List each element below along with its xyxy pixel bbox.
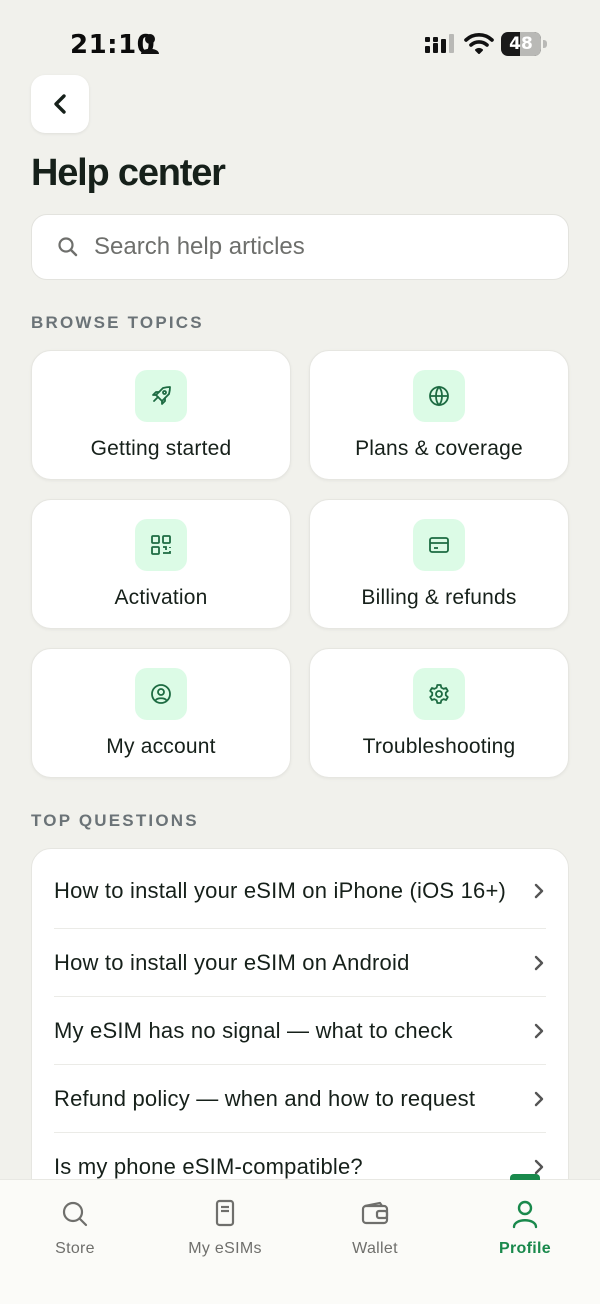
topic-plans-coverage[interactable]: Plans & coverage [309, 350, 569, 480]
chevron-right-icon [534, 1023, 544, 1038]
search-icon [58, 237, 78, 257]
chevron-left-icon [54, 94, 66, 114]
chevron-right-icon [534, 1091, 544, 1106]
wallet-icon [361, 1201, 389, 1225]
topic-label: Activation [114, 586, 208, 609]
back-button[interactable] [31, 75, 89, 133]
wifi-icon [464, 33, 494, 54]
user-circle-icon [151, 684, 171, 704]
tab-store[interactable]: Store [0, 1180, 150, 1270]
browse-topics-label: BROWSE TOPICS [31, 313, 204, 332]
topic-my-account[interactable]: My account [31, 648, 291, 778]
search-box[interactable] [31, 214, 569, 280]
topic-label: Plans & coverage [355, 437, 523, 460]
question-text: How to install your eSIM on Android [54, 949, 410, 975]
question-text: Refund policy — when and how to request [54, 1085, 476, 1111]
status-bar: 21:10 48 [0, 0, 600, 80]
topic-label: Billing & refunds [361, 586, 517, 609]
topic-troubleshooting[interactable]: Troubleshooting [309, 648, 569, 778]
topic-label: Troubleshooting [362, 735, 516, 758]
globe-icon [429, 385, 449, 407]
topic-icon-tile [135, 370, 187, 422]
credit-card-icon [429, 537, 449, 553]
person-icon [141, 34, 159, 54]
question-row[interactable]: How to install your eSIM on iPhone (iOS … [54, 853, 546, 929]
active-tab-indicator [510, 1174, 540, 1180]
tab-label: Wallet [352, 1240, 398, 1257]
battery-body: 48 [501, 32, 541, 56]
help-center-screen: 21:10 48 Help center Search help article… [0, 0, 600, 1304]
tab-bar: Store My eSIMs Wallet Profile [0, 1174, 600, 1304]
sim-card-icon [215, 1199, 235, 1227]
battery-level: 48 [509, 34, 533, 54]
tab-label: Profile [499, 1240, 551, 1257]
question-text: How to install your eSIM on iPhone (iOS … [54, 877, 507, 903]
tab-profile[interactable]: Profile [450, 1174, 600, 1270]
chevron-right-icon [534, 883, 544, 898]
cellular-signal-icon [425, 34, 454, 53]
gear-icon [429, 684, 449, 704]
tab-label: Store [55, 1240, 95, 1257]
topic-billing-refunds[interactable]: Billing & refunds [309, 499, 569, 629]
topic-label: Getting started [90, 437, 232, 460]
tab-my-esims[interactable]: My eSIMs [150, 1180, 300, 1270]
topic-label: My account [106, 735, 216, 758]
search-icon [62, 1201, 88, 1227]
question-row[interactable]: Refund policy — when and how to request [54, 1065, 546, 1133]
topic-icon-tile [135, 519, 187, 571]
tab-wallet[interactable]: Wallet [300, 1180, 450, 1270]
chevron-right-icon [534, 955, 544, 970]
topic-icon-tile [413, 519, 465, 571]
topic-getting-started[interactable]: Getting started [31, 350, 291, 480]
user-icon [512, 1200, 538, 1229]
question-row[interactable]: How to install your eSIM on Android [54, 929, 546, 997]
topic-grid: Getting started Plans & coverage Activat… [31, 350, 569, 778]
topic-icon-tile [413, 370, 465, 422]
topic-icon-tile [413, 668, 465, 720]
question-text: My eSIM has no signal — what to check [54, 1017, 453, 1043]
top-questions-label: TOP QUESTIONS [31, 811, 199, 830]
battery-tip [543, 40, 547, 48]
question-row[interactable]: My eSIM has no signal — what to check [54, 997, 546, 1065]
rocket-icon [152, 386, 171, 405]
topic-activation[interactable]: Activation [31, 499, 291, 629]
qr-code-icon [151, 535, 171, 555]
battery-icon: 48 [501, 32, 547, 56]
tab-label: My eSIMs [188, 1240, 262, 1257]
question-text: Is my phone eSIM-compatible? [54, 1154, 363, 1179]
topic-icon-tile [135, 668, 187, 720]
page-title: Help center [31, 152, 226, 194]
search-input[interactable] [94, 233, 534, 261]
